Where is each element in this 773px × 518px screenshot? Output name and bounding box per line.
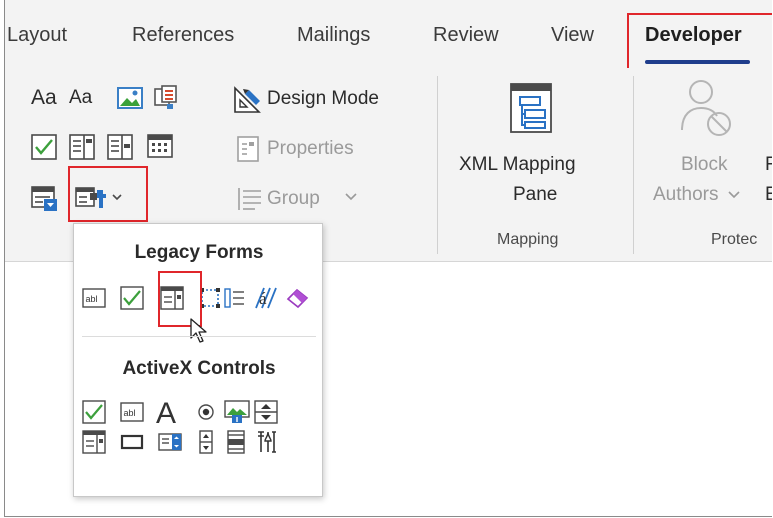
activex-option-button-icon[interactable]: [194, 400, 218, 424]
plain-text-content-control-button[interactable]: Aa: [69, 87, 92, 109]
picture-content-control-icon[interactable]: [117, 86, 143, 110]
form-field-shading-icon[interactable]: á: [254, 286, 278, 310]
tab-review[interactable]: Review: [433, 24, 499, 47]
block-authors-chevron-down-icon[interactable]: [728, 190, 740, 200]
tab-layout[interactable]: Layout: [7, 24, 67, 47]
svg-text:abl: abl: [86, 294, 98, 304]
properties-button[interactable]: Properties: [267, 138, 354, 160]
svg-text:A: A: [156, 397, 176, 430]
combo-box-content-control-icon[interactable]: [69, 134, 95, 160]
activex-combo-box-icon[interactable]: [158, 430, 182, 454]
mouse-pointer-icon: [190, 318, 208, 344]
check-box-content-control-icon[interactable]: [31, 134, 57, 160]
legacy-tools-dropdown: Legacy Forms abl á ActiveX Controls abl …: [73, 223, 323, 497]
dropdown-separator: [82, 336, 316, 337]
form-field-shading-list-icon[interactable]: [224, 286, 248, 310]
building-block-gallery-icon[interactable]: [153, 84, 179, 110]
activex-list-box-icon[interactable]: [82, 430, 106, 454]
group-button[interactable]: Group: [267, 188, 320, 210]
activex-controls-heading: ActiveX Controls: [122, 358, 276, 379]
activex-textbox-icon[interactable]: abl: [120, 400, 144, 424]
legacy-forms-heading: Legacy Forms: [134, 242, 264, 263]
mapping-group-label: Mapping: [497, 231, 559, 248]
tab-references[interactable]: References: [132, 24, 234, 47]
xml-mapping-pane-button-line2[interactable]: Pane: [513, 184, 557, 206]
rich-text-content-control-button[interactable]: Aa: [31, 86, 57, 110]
ribbon-group-separator: [633, 76, 634, 254]
xml-mapping-pane-icon[interactable]: [509, 82, 553, 134]
reset-form-fields-icon[interactable]: [286, 286, 310, 310]
legacy-tools-highlight: [68, 166, 148, 222]
ribbon-group-separator: [437, 76, 438, 254]
activex-scroll-bar-icon[interactable]: [224, 430, 248, 454]
restrict-editing-button-partial-line2[interactable]: E: [765, 184, 772, 206]
protect-group-label: Protec: [711, 231, 758, 248]
activex-more-controls-icon[interactable]: [256, 430, 280, 454]
word-window: Layout References Mailings Review View D…: [4, 0, 772, 517]
group-chevron-down-icon[interactable]: [345, 192, 357, 202]
activex-label-icon[interactable]: A: [154, 396, 182, 430]
design-mode-icon[interactable]: [233, 86, 263, 114]
drop-down-list-content-control-icon[interactable]: [107, 134, 133, 160]
check-box-form-field-icon[interactable]: [120, 286, 144, 310]
activex-command-button-icon[interactable]: [120, 430, 144, 454]
svg-text:abl: abl: [124, 408, 136, 418]
ribbon-tab-bar: Layout References Mailings Review View D…: [5, 0, 772, 77]
block-authors-button-line2[interactable]: Authors: [653, 184, 718, 206]
date-picker-content-control-icon[interactable]: [147, 132, 173, 158]
activex-image-icon[interactable]: [224, 400, 250, 424]
activex-spin-button-icon[interactable]: [254, 400, 278, 424]
text-form-field-icon[interactable]: abl: [82, 286, 106, 310]
repeating-section-content-control-icon[interactable]: [31, 186, 59, 212]
activex-toggle-button-icon[interactable]: [194, 430, 218, 454]
activex-checkbox-icon[interactable]: [82, 400, 106, 424]
xml-mapping-pane-button[interactable]: XML Mapping: [459, 154, 576, 176]
tab-mailings[interactable]: Mailings: [297, 24, 370, 47]
tab-view[interactable]: View: [551, 24, 594, 47]
restrict-editing-button-partial[interactable]: F: [765, 154, 772, 176]
properties-icon[interactable]: [237, 136, 261, 162]
group-icon[interactable]: [237, 186, 263, 212]
block-authors-button[interactable]: Block: [681, 154, 727, 176]
design-mode-button[interactable]: Design Mode: [267, 88, 379, 110]
svg-text:á: á: [259, 289, 267, 308]
block-authors-icon[interactable]: [679, 78, 735, 138]
